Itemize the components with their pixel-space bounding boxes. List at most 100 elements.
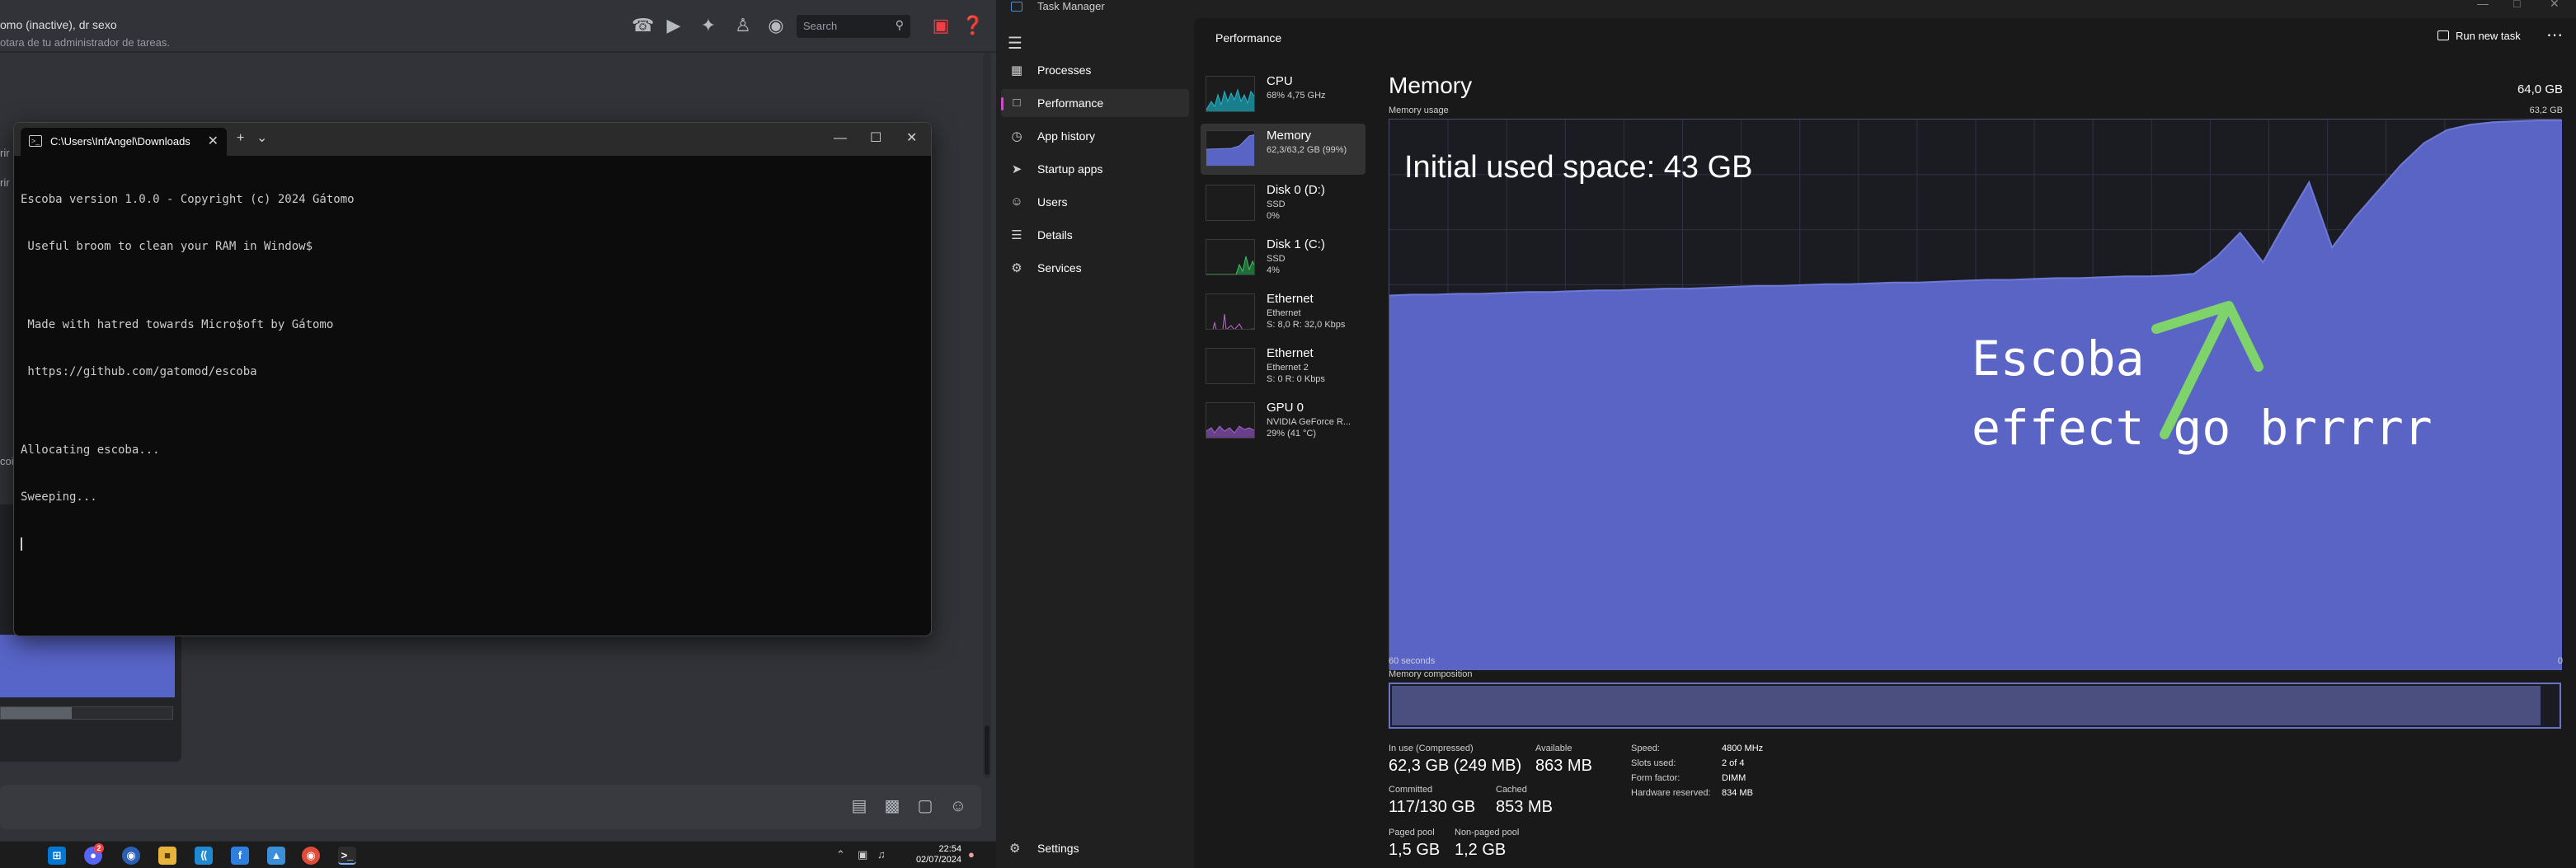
close-button[interactable]: ✕	[906, 129, 917, 148]
notifications-icon[interactable]: ●	[968, 848, 975, 861]
nav-startup-apps[interactable]: ➤ Startup apps	[1001, 155, 1189, 183]
network-icon[interactable]: ▣	[858, 848, 867, 861]
volume-icon[interactable]: ♫	[877, 848, 886, 861]
annotation-effect-line-2: effect go brrrrr	[1972, 400, 2433, 456]
memory-data-point	[2147, 275, 2149, 278]
maximize-button[interactable]: □	[2513, 0, 2520, 10]
more-options-icon[interactable]: ⋯	[2546, 25, 2564, 45]
terminal-window[interactable]: >_ C:\Users\InfAngel\Downloads ✕ + ⌄ — ☐…	[13, 122, 932, 636]
resource-detail: 62,3/63,2 GB (99%)	[1267, 145, 1347, 155]
memory-data-point	[1917, 281, 1920, 284]
available-value: 863 MB	[1535, 757, 1592, 775]
nav-users[interactable]: ☺ Users	[1001, 188, 1189, 216]
detail-key: Slots used:	[1631, 758, 1676, 768]
resource-detail: S: 8,0 R: 32,0 Kbps	[1267, 320, 1346, 330]
hamburger-menu-icon[interactable]: ☰	[1008, 33, 1022, 54]
non-paged-pool-label: Non-paged pool	[1455, 828, 1520, 838]
tab-dropdown-button[interactable]: ⌄	[256, 129, 267, 148]
gift-icon[interactable]: ▤	[849, 796, 869, 816]
resource-disk-1[interactable]: Disk 1 (C:) SSD 4%	[1201, 232, 1366, 284]
window-title: Task Manager	[1037, 0, 1105, 12]
nav-details[interactable]: ☰ Details	[1001, 221, 1189, 249]
chat-scrollbar-thumb[interactable]	[985, 725, 990, 775]
memory-data-point	[1619, 289, 1620, 291]
chat-scrollbar[interactable]	[983, 53, 991, 778]
nav-processes[interactable]: ▦ Processes	[1001, 56, 1189, 84]
resource-name: Disk 1 (C:)	[1267, 237, 1325, 251]
run-new-task-button[interactable]: Run new task	[2437, 30, 2521, 42]
new-tab-button[interactable]: +	[237, 129, 244, 148]
nav-performance[interactable]: □ Performance	[1001, 89, 1189, 117]
minimize-button[interactable]: —	[834, 129, 847, 148]
system-clock[interactable]: 22:54 02/07/2024	[904, 844, 961, 866]
file-explorer-icon[interactable]: ■	[158, 847, 176, 865]
memory-data-point	[1803, 284, 1804, 286]
inbox-icon[interactable]: ▣	[930, 15, 952, 36]
resource-memory[interactable]: Memory 62,3/63,2 GB (99%)	[1201, 124, 1366, 175]
video-icon[interactable]: ▶	[663, 15, 684, 36]
processes-icon: ▦	[1010, 63, 1023, 77]
firefox-icon[interactable]: ◉	[122, 847, 140, 865]
chat-app-window: omo (inactive), dr sexo ☎ ▶ ✦ ♙ ◉ Search…	[0, 0, 996, 841]
close-button[interactable]: ✕	[2550, 0, 2560, 11]
help-icon[interactable]: ❓	[961, 15, 984, 36]
detail-value: 4800 MHz	[1722, 744, 1764, 753]
message-composer[interactable]: ▤ ▩ ▢ ☺	[0, 785, 981, 829]
memory-data-point	[1503, 292, 1506, 294]
memory-total: 64,0 GB	[2517, 82, 2563, 96]
close-tab-icon[interactable]: ✕	[208, 133, 219, 149]
memory-data-point	[2193, 273, 2195, 274]
vscode-icon[interactable]: ⟪	[195, 847, 213, 865]
nav-services[interactable]: ⚙ Services	[1001, 254, 1189, 282]
nav-label: Performance	[1037, 96, 1104, 110]
resource-cpu[interactable]: CPU 68% 4,75 GHz	[1201, 69, 1366, 120]
gear-icon: ⚙	[1009, 842, 1021, 856]
emoji-icon[interactable]: ☺	[948, 796, 968, 816]
nav-label: Processes	[1037, 63, 1092, 77]
profile-icon[interactable]: ◉	[765, 15, 787, 36]
memory-data-point	[2354, 216, 2356, 218]
resource-ethernet-2[interactable]: Ethernet Ethernet 2 S: 0 R: 0 Kbps	[1201, 341, 1366, 392]
users-icon: ☺	[1010, 195, 1023, 209]
terminal-icon[interactable]: >_	[338, 847, 356, 865]
terminal-tab[interactable]: >_ C:\Users\InfAngel\Downloads ✕	[21, 128, 227, 156]
tray-chevron-icon[interactable]: ⌃	[836, 848, 845, 861]
resource-disk-0[interactable]: Disk 0 (D:) SSD 0%	[1201, 178, 1366, 229]
message-snippet: otara de tu administrador de tareas.	[0, 36, 170, 49]
detail-key: Hardware reserved:	[1631, 788, 1711, 798]
resource-detail: 4%	[1267, 265, 1280, 275]
search-input[interactable]: Search ⚲	[797, 15, 910, 38]
committed-label: Committed	[1389, 785, 1433, 795]
memory-data-point	[1664, 288, 1666, 289]
app-f-icon[interactable]: f	[231, 847, 249, 865]
graph-x-right-label: 0	[2557, 656, 2563, 666]
phone-icon[interactable]: ☎	[632, 15, 654, 36]
graph-x-left-label: 60 seconds	[1389, 656, 1436, 666]
memory-data-point	[1871, 282, 1873, 284]
memory-usage-max: 63,2 GB	[2529, 106, 2563, 115]
minimize-button[interactable]: —	[2477, 0, 2489, 10]
memory-mini-graph	[1206, 130, 1255, 167]
photos-icon[interactable]: ▲	[267, 847, 285, 865]
resource-ethernet[interactable]: Ethernet Ethernet S: 8,0 R: 32,0 Kbps	[1201, 287, 1366, 338]
memory-data-point	[1894, 281, 1897, 284]
embed-progress-bar	[0, 706, 173, 720]
resource-gpu-0[interactable]: GPU 0 NVIDIA GeForce R... 29% (41 °C)	[1201, 396, 1366, 447]
available-label: Available	[1535, 744, 1572, 753]
memory-data-point	[2101, 276, 2104, 279]
pin-icon[interactable]: ✦	[698, 15, 719, 36]
nav-app-history[interactable]: ◷ App history	[1001, 122, 1189, 150]
message-fragment: rir	[0, 176, 10, 189]
memory-data-point	[1940, 280, 1942, 283]
maximize-button[interactable]: ☐	[870, 129, 881, 148]
gif-icon[interactable]: ▩	[882, 796, 902, 816]
nav-settings[interactable]: ⚙ Settings	[1001, 834, 1189, 862]
sticker-icon[interactable]: ▢	[915, 796, 935, 816]
chrome-icon[interactable]: ◉	[302, 847, 320, 865]
members-icon[interactable]: ♙	[732, 15, 754, 36]
performance-page: Performance Run new task ⋯ CPU 68% 4,75 …	[1194, 18, 2576, 868]
detail-value: 834 MB	[1722, 788, 1753, 798]
terminal-output[interactable]: Escoba version 1.0.0 - Copyright (c) 202…	[21, 161, 919, 584]
windows-start-icon[interactable]: ⊞	[48, 847, 66, 865]
resource-detail: 29% (41 °C)	[1267, 429, 1317, 439]
